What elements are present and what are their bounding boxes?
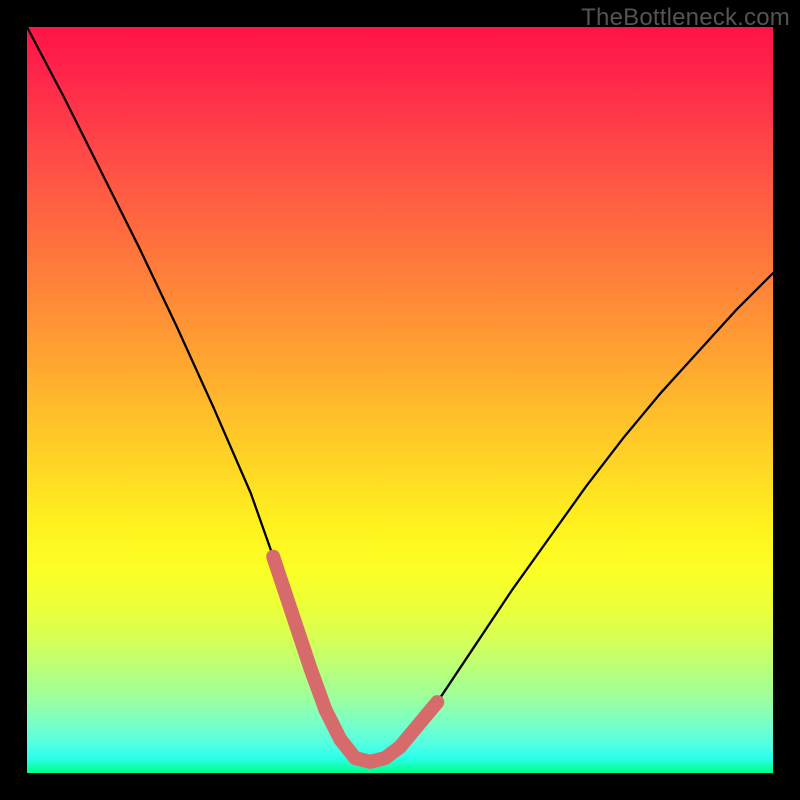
plot-area — [27, 27, 773, 773]
curve-layer — [27, 27, 773, 773]
chart-frame: TheBottleneck.com — [0, 0, 800, 800]
highlight-band-path — [273, 557, 437, 762]
bottleneck-curve-path — [27, 27, 773, 762]
watermark-text: TheBottleneck.com — [581, 4, 790, 32]
